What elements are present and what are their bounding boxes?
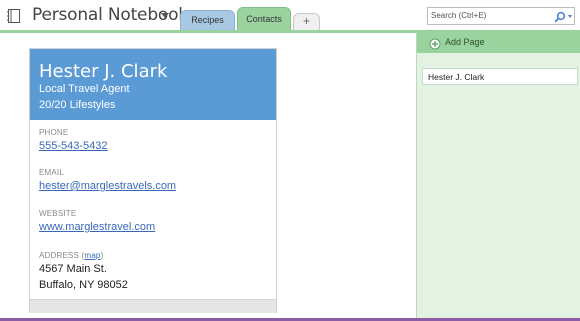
search-placeholder: Search (Ctrl+E)	[431, 11, 487, 20]
address-label: ADDRESS	[39, 251, 80, 260]
email-link[interactable]: hester@marglestravels.com	[39, 180, 176, 192]
phone-link[interactable]: 555-543-5432	[39, 140, 108, 152]
add-page-label: Add Page	[445, 37, 485, 47]
page-list-item[interactable]: Hester J. Clark	[422, 68, 578, 85]
page-canvas[interactable]: Hester J. Clark Local Travel Agent 20/20…	[0, 33, 416, 318]
map-link[interactable]: map	[84, 251, 100, 260]
search-input[interactable]: Search (Ctrl+E)	[427, 7, 575, 25]
contact-company[interactable]: 20/20 Lifestyles	[39, 99, 115, 111]
page-list-pane: Add Page Hester J. Clark	[416, 33, 580, 318]
notebook-icon[interactable]	[6, 8, 22, 24]
phone-label: PHONE	[39, 128, 69, 137]
contact-role[interactable]: Local Travel Agent	[39, 83, 130, 95]
map-close-paren: )	[100, 251, 104, 260]
chevron-down-icon[interactable]	[161, 13, 169, 18]
website-label: WEBSITE	[39, 209, 77, 218]
tab-recipes[interactable]: Recipes	[180, 10, 235, 30]
title-bar: Personal Notebook Recipes Contacts + Sea…	[0, 0, 580, 30]
search-icon[interactable]	[554, 10, 566, 23]
website-link[interactable]: www.marglestravel.com	[39, 221, 155, 233]
search-scope-chevron-icon[interactable]	[568, 15, 572, 18]
plus-circle-icon	[429, 37, 441, 50]
add-section-tab[interactable]: +	[293, 13, 320, 30]
address-line-2[interactable]: Buffalo, NY 98052	[39, 279, 128, 291]
contact-name[interactable]: Hester J. Clark	[39, 61, 167, 82]
add-page-button[interactable]: Add Page	[417, 33, 580, 53]
tab-contacts[interactable]: Contacts	[237, 7, 291, 30]
address-line-1[interactable]: 4567 Main St.	[39, 263, 107, 275]
contact-card-header: Hester J. Clark Local Travel Agent 20/20…	[30, 49, 276, 120]
contact-card-footer	[30, 299, 276, 313]
page-list-item-label: Hester J. Clark	[428, 72, 485, 82]
contact-card: Hester J. Clark Local Travel Agent 20/20…	[29, 48, 277, 313]
address-label-row: ADDRESS (map)	[39, 251, 103, 260]
email-label: EMAIL	[39, 168, 65, 177]
